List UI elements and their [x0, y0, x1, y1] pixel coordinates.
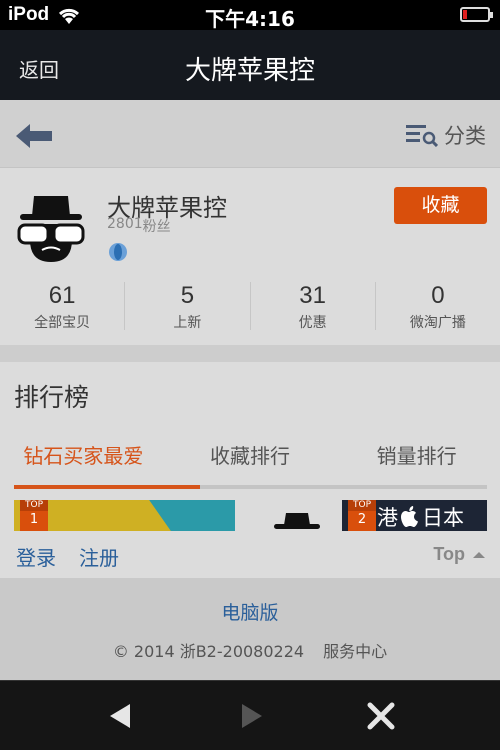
stat-label: 上新 [173, 315, 202, 331]
status-bar: iPod 下午4:16 [0, 0, 500, 31]
service-center-link[interactable]: 服务中心 [323, 642, 387, 661]
stat-all-items[interactable]: 61 全部宝贝 [0, 282, 126, 331]
pc-version-link[interactable]: 电脑版 [0, 598, 500, 625]
auth-links: 登录 注册 Top [0, 536, 500, 576]
close-icon[interactable] [366, 701, 396, 731]
tab-diamond-favorites[interactable]: 钻石买家最爱 [0, 428, 167, 488]
diamond-badge-icon [109, 243, 127, 261]
top-label: Top [433, 544, 465, 564]
banner-text-hk: 港 [377, 506, 398, 530]
stat-value: 61 [48, 282, 76, 309]
footer-copyright-line: © 2014 浙B2-20080224 服务中心 [0, 638, 500, 662]
register-link[interactable]: 注册 [79, 542, 119, 571]
ranking-item-2[interactable]: TOP 2 港 日本 [342, 500, 487, 531]
stat-discounts[interactable]: 31 优惠 [251, 282, 376, 331]
shop-stats: 61 全部宝贝 5 上新 31 优惠 0 微淘广播 [0, 278, 500, 338]
tab-sales-ranking[interactable]: 销量排行 [333, 428, 500, 488]
fans-number: 2801 [107, 216, 143, 232]
top-flag-text: TOP [348, 500, 376, 511]
ranking-section: 排行榜 钻石买家最爱 收藏排行 销量排行 TOP 1 TOP 2 港 日本 登录… [0, 362, 500, 578]
stat-value: 0 [431, 282, 445, 309]
fans-count: 2801 粉丝 [107, 216, 171, 236]
stat-label: 微淘广播 [409, 315, 466, 331]
active-tab-indicator [14, 485, 200, 489]
banner-text: 港 日本 [377, 502, 464, 531]
page-title: 大牌苹果控 [184, 56, 315, 86]
rank-number: 2 [357, 512, 367, 527]
stat-new[interactable]: 5 上新 [125, 282, 251, 331]
copyright-text: © 2014 浙B2-20080224 [112, 642, 305, 661]
category-list-icon [406, 125, 438, 147]
clock: 下午4:16 [205, 7, 295, 31]
fans-label: 粉丝 [142, 219, 171, 235]
ranking-heading: 排行榜 [14, 383, 90, 412]
shop-avatar[interactable] [16, 192, 86, 262]
back-to-top-link[interactable]: Top [433, 544, 486, 565]
login-link[interactable]: 登录 [16, 542, 56, 571]
ranking-tabs: 钻石买家最爱 收藏排行 销量排行 [0, 428, 500, 488]
hat-icon [274, 513, 320, 529]
stat-label: 全部宝贝 [34, 315, 91, 331]
ranking-item-1[interactable]: TOP 1 [14, 500, 235, 531]
shop-card: 大牌苹果控 2801 粉丝 收藏 61 全部宝贝 5 上新 31 优惠 0 微淘广… [0, 170, 500, 345]
tab-favorites-ranking[interactable]: 收藏排行 [167, 428, 334, 488]
apple-logo-icon [401, 506, 418, 527]
category-label: 分类 [444, 124, 486, 148]
favorite-button[interactable]: 收藏 [394, 187, 487, 224]
rank-number: 1 [29, 512, 39, 527]
stat-broadcasts[interactable]: 0 微淘广播 [376, 282, 500, 331]
caret-up-icon [473, 551, 485, 558]
banner-stripe [149, 500, 235, 531]
top-rank-flag: TOP 1 [20, 500, 48, 531]
banner-text-japan: 日本 [422, 506, 464, 530]
top-rank-flag: TOP 2 [348, 500, 376, 531]
nav-bar: 返回 大牌苹果控 [0, 30, 500, 100]
stat-label: 优惠 [298, 315, 327, 331]
back-arrow-icon[interactable] [14, 121, 54, 151]
battery-icon [460, 7, 493, 22]
stat-value: 31 [299, 282, 326, 309]
stat-value: 5 [180, 282, 195, 309]
category-button[interactable]: 分类 [406, 120, 486, 150]
section-divider [0, 345, 500, 362]
top-flag-text: TOP [20, 500, 48, 511]
browser-back-icon[interactable] [106, 701, 136, 731]
page-footer: 电脑版 © 2014 浙B2-20080224 服务中心 [0, 578, 500, 680]
browser-forward-icon[interactable] [236, 701, 266, 731]
tab-underline [14, 485, 487, 489]
browser-toolbar [0, 680, 500, 750]
shop-toolbar: 分类 [0, 100, 500, 168]
